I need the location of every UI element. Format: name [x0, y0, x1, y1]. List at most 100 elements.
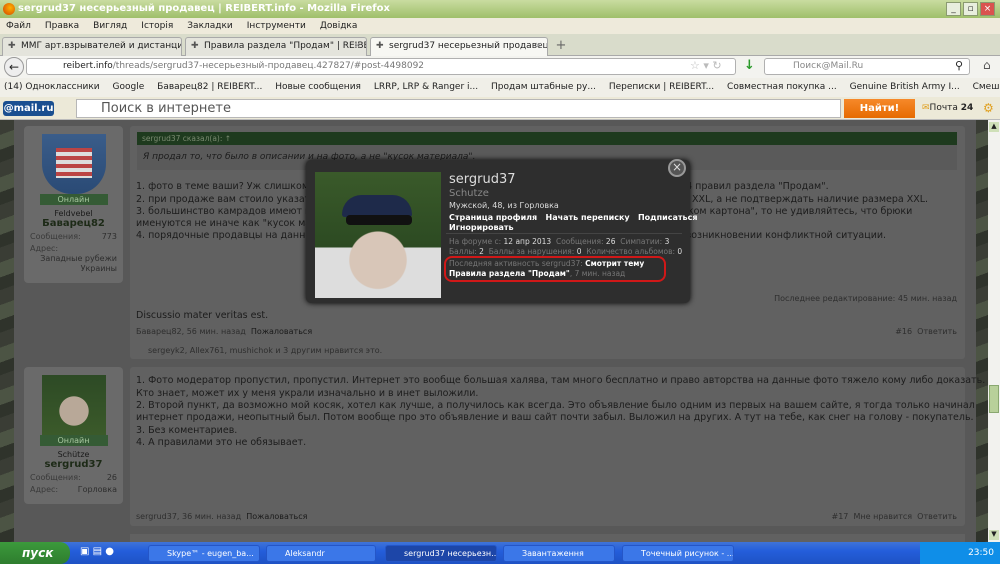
- taskbar-aleksandr[interactable]: Aleksandr: [266, 545, 376, 562]
- bookmark-star-icon[interactable]: ☆ ▾ ↻: [690, 59, 722, 72]
- taskbar-firefox[interactable]: sergrud37 несерьезн...: [385, 545, 497, 562]
- vertical-scrollbar[interactable]: ▲ ▼: [988, 120, 1000, 542]
- taskbar-downloads[interactable]: Завантаження: [503, 545, 615, 562]
- post-author-time[interactable]: Баварец82, 56 мин. назад: [136, 327, 246, 336]
- bookmark[interactable]: Google: [113, 82, 145, 92]
- posts-label: Сообщения:: [30, 232, 81, 241]
- ignore-link[interactable]: Игнорировать: [449, 223, 514, 232]
- menu-help[interactable]: Довідка: [320, 18, 358, 34]
- mail-label: Почта: [929, 103, 958, 113]
- menu-bookmarks[interactable]: Закладки: [187, 18, 233, 34]
- avatar[interactable]: [41, 134, 106, 194]
- bookmark[interactable]: Genuine British Army I...: [850, 82, 960, 92]
- mailru-logo[interactable]: @mail.ru: [3, 101, 54, 116]
- bookmark[interactable]: (14) Одноклассники: [4, 82, 100, 92]
- internet-search-input[interactable]: Поиск в интернете: [76, 99, 841, 118]
- bookmark[interactable]: LRRP, LRP & Ranger i...: [374, 82, 478, 92]
- stat-value: 26: [605, 237, 616, 246]
- stat-value: 0: [677, 247, 683, 256]
- menu-view[interactable]: Вигляд: [93, 18, 127, 34]
- tab-current[interactable]: ✚ sergrud37 несерьезный продавец | REI...…: [370, 37, 548, 56]
- message-line: 4. А правилами это не обязывает.: [136, 437, 307, 448]
- new-tab-button[interactable]: +: [552, 38, 570, 54]
- home-icon[interactable]: ⌂: [983, 58, 991, 72]
- bookmark[interactable]: Продам штабные ру...: [491, 82, 596, 92]
- quote-header[interactable]: sergrud37 сказал(а): ↑: [137, 132, 957, 145]
- post-message: 1. Фото модератор пропустил, пропустил. …: [130, 367, 985, 526]
- close-tab-icon[interactable]: ×: [534, 38, 542, 55]
- url-bar[interactable]: reibert.info/threads/sergrud37-несерьезн…: [26, 58, 736, 75]
- search-icon[interactable]: ⚲: [955, 59, 963, 72]
- bookmark[interactable]: Баварец82 | REIBERT...: [157, 82, 262, 92]
- likes-summary[interactable]: sergeyk2, Allex761, mushichok и 3 другим…: [148, 346, 382, 355]
- report-link[interactable]: Пожаловаться: [246, 512, 307, 521]
- username-link[interactable]: Баварец82: [24, 218, 123, 229]
- minimize-button[interactable]: _: [946, 2, 961, 16]
- username-link[interactable]: sergrud37: [24, 459, 123, 470]
- menu-tools[interactable]: Інструменти: [247, 18, 306, 34]
- post-user-info: Онлайн Schütze sergrud37 Сообщения: 26 Ад…: [24, 367, 123, 504]
- scroll-down-arrow[interactable]: ▼: [989, 530, 999, 540]
- message-line: уском картона", то не удивляйтесь, что б…: [677, 206, 913, 217]
- settings-gear-icon[interactable]: ⚙: [983, 101, 994, 115]
- back-button[interactable]: ←: [4, 57, 24, 77]
- reply-link[interactable]: Ответить: [917, 327, 957, 336]
- taskbar-paint[interactable]: Точечный рисунок - ...: [622, 545, 734, 562]
- post-number[interactable]: #16: [895, 327, 912, 336]
- menu-history[interactable]: Історія: [141, 18, 173, 34]
- profile-link[interactable]: Страница профиля: [449, 213, 537, 222]
- reply-link[interactable]: Ответить: [917, 512, 957, 521]
- maximize-button[interactable]: ▫: [963, 2, 978, 16]
- tab-label: sergrud37 несерьезный продавец | REI...: [389, 41, 548, 51]
- sunglasses: [346, 215, 412, 225]
- start-button[interactable]: пуск: [0, 542, 70, 564]
- menu-file[interactable]: Файл: [6, 18, 31, 34]
- follow-link[interactable]: Подписаться: [638, 213, 698, 222]
- last-edited: Последнее редактирование: 45 мин. назад: [774, 294, 957, 303]
- post-number[interactable]: #17: [832, 512, 849, 521]
- close-popup-button[interactable]: ×: [668, 159, 686, 177]
- stat-value: 2: [479, 247, 484, 256]
- avatar[interactable]: [41, 375, 106, 435]
- mail-count: 24: [960, 103, 974, 113]
- close-tab-icon[interactable]: ×: [353, 38, 361, 55]
- message-line: 3. большинство камрадов имеют пр: [136, 206, 318, 217]
- member-name[interactable]: sergrud37: [449, 172, 516, 187]
- tab-rules[interactable]: ✚ Правила раздела "Продам" | REIBERT.i...…: [185, 37, 367, 56]
- like-link[interactable]: Мне нравится: [853, 512, 912, 521]
- tab-mmg[interactable]: ✚ ММГ арт.взрывателей и дистанционн...×: [2, 37, 182, 56]
- message-line: 1. Фото модератор пропустил, пропустил. …: [136, 375, 986, 386]
- divider: [446, 233, 682, 234]
- bookmark[interactable]: Совместная покупка ...: [727, 82, 837, 92]
- envelope-icon: ✉: [922, 103, 930, 113]
- find-button[interactable]: Найти!: [844, 99, 915, 118]
- quick-launch-icons[interactable]: ▣ ▤ ●: [80, 546, 114, 557]
- menu-edit[interactable]: Правка: [45, 18, 79, 34]
- activity-label: Последняя активность sergrud37:: [449, 259, 583, 268]
- address-value: Горловка: [77, 485, 117, 494]
- report-link[interactable]: Пожаловаться: [251, 327, 312, 336]
- bookmark[interactable]: Новые сообщения: [275, 82, 361, 92]
- user-rank: Schütze: [57, 450, 90, 459]
- message-line: 2. Второй пункт, да возможно мой косяк, …: [136, 400, 975, 411]
- scrollbar-thumb[interactable]: [989, 385, 999, 413]
- search-input[interactable]: Поиск@Mail.Ru: [764, 58, 970, 75]
- mail-button[interactable]: ✉Почта 24: [922, 103, 973, 113]
- address-value: Западные рубежи: [40, 254, 117, 263]
- scroll-up-arrow[interactable]: ▲: [989, 122, 999, 132]
- post-author-time[interactable]: sergrud37, 36 мин. назад: [136, 512, 241, 521]
- bookmark[interactable]: Смешные истории из...: [973, 82, 1000, 92]
- bookmark[interactable]: Переписки | REIBERT...: [609, 82, 714, 92]
- start-conversation-link[interactable]: Начать переписку: [546, 213, 630, 222]
- download-icon[interactable]: ↓: [744, 58, 755, 73]
- stat-label: На форуме с:: [449, 237, 502, 246]
- stat-value: 12 апр 2013: [503, 237, 552, 246]
- stat-value: 0: [576, 247, 582, 256]
- address-label: Адрес:: [30, 485, 59, 494]
- stat-label: Баллы:: [449, 247, 477, 256]
- close-window-button[interactable]: ×: [980, 2, 995, 16]
- camo-background: [0, 120, 14, 542]
- taskbar-skype[interactable]: Skype™ - eugen_ba...: [148, 545, 260, 562]
- message-line: 4. порядочные продавцы на данном: [136, 230, 319, 241]
- close-tab-icon[interactable]: ×: [168, 38, 176, 55]
